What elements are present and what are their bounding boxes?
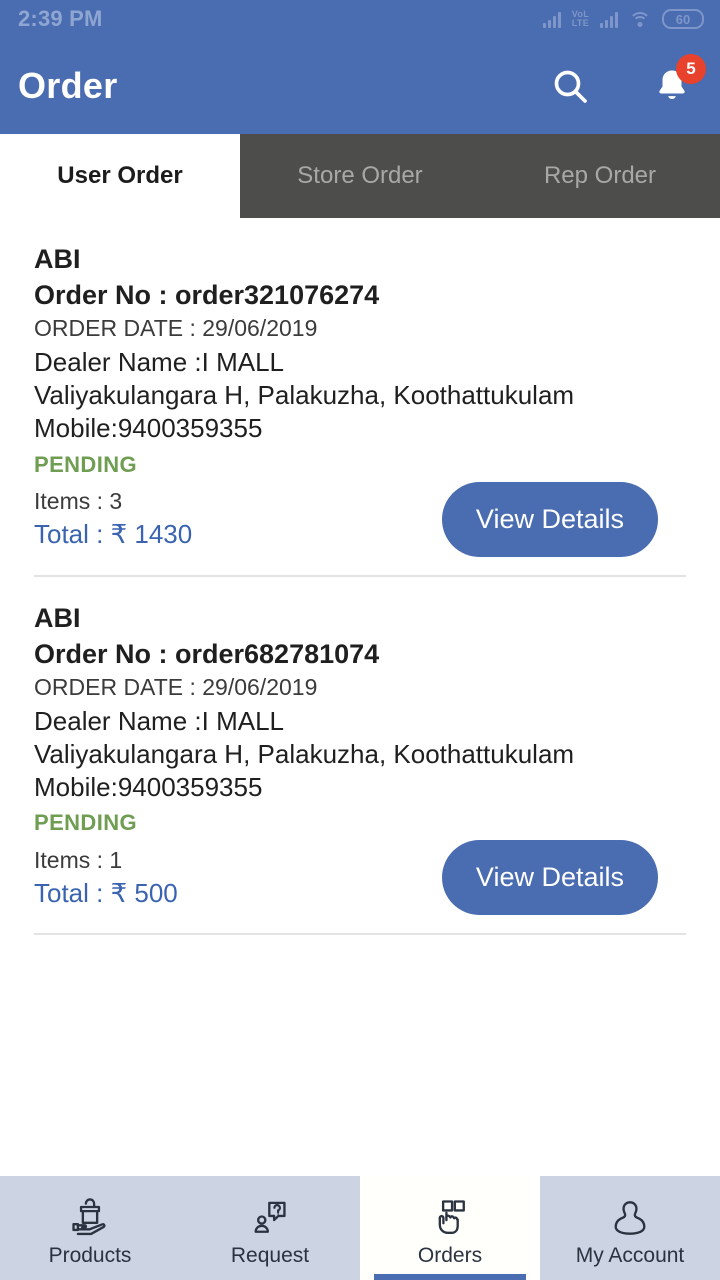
order-card-footer: Items : 1 Total : ₹ 500 View Details [34,840,686,916]
app-bar-actions: 5 [548,54,706,108]
dealer-name: Dealer Name :I MALL [34,346,284,377]
dealer-name: Dealer Name :I MALL [34,705,284,736]
nav-item-my-account[interactable]: My Account [540,1176,720,1280]
battery-level-label: 60 [675,11,691,27]
wifi-icon [629,11,651,28]
dealer-mobile: Mobile:9400359355 [34,772,263,803]
order-screen: 2:39 PM VoL LTE 60 Order 5 User Order St… [0,0,720,1280]
view-details-button[interactable]: View Details [441,840,658,916]
tab-user-order[interactable]: User Order [0,134,240,218]
nav-label-products: Products [48,1243,132,1267]
order-date: ORDER DATE : 29/06/2019 [34,673,318,700]
dealer-address: Valiyakulangara H, Palakuzha, Koothattuk… [34,380,575,411]
order-list[interactable]: ABI Order No : order321076274 ORDER DATE… [0,218,720,1176]
hand-holding-bag-icon [67,1195,113,1241]
signal-bars-icon [542,10,561,28]
app-bar: Order 5 [0,38,720,134]
order-type-tabs: User Order Store Order Rep Order [0,134,720,218]
person-question-icon [247,1195,293,1241]
items-count: Items : 3 [34,488,123,515]
customer-name: ABI [34,244,81,274]
order-totals: Items : 1 Total : ₹ 500 [34,845,442,911]
tab-rep-order[interactable]: Rep Order [480,134,720,218]
notification-bell-icon[interactable]: 5 [650,54,706,108]
tab-store-order[interactable]: Store Order [240,134,480,218]
notification-badge: 5 [676,54,706,84]
signal-bars-icon-2 [600,10,618,28]
status-badge: PENDING [34,451,138,477]
items-count: Items : 1 [34,846,123,873]
nav-label-orders: Orders [417,1243,483,1267]
order-number: Order No : order682781074 [34,638,380,669]
nav-item-orders[interactable]: Orders [360,1176,540,1280]
bottom-navigation: Products Request Orders My Account [0,1176,720,1280]
nav-label-request: Request [230,1243,310,1267]
status-bar: 2:39 PM VoL LTE 60 [0,0,720,38]
order-date: ORDER DATE : 29/06/2019 [34,315,318,342]
battery-icon: 60 [662,9,704,29]
order-total: Total : ₹ 1430 [34,519,193,550]
order-card[interactable]: ABI Order No : order682781074 ORDER DATE… [0,577,720,936]
customer-name: ABI [34,602,81,633]
order-number: Order No : order321076274 [34,280,380,311]
hand-tap-tiles-icon [427,1195,473,1241]
page-title: Order [18,65,118,106]
order-card-footer: Items : 3 Total : ₹ 1430 View Details [34,481,686,557]
card-divider [34,933,686,936]
dealer-mobile: Mobile:9400359355 [34,413,263,444]
status-icons: VoL LTE 60 [542,9,704,29]
nav-item-request[interactable]: Request [180,1176,360,1280]
nav-item-products[interactable]: Products [0,1176,180,1280]
order-card[interactable]: ABI Order No : order321076274 ORDER DATE… [0,218,720,577]
status-badge: PENDING [34,810,138,836]
volte-icon: VoL LTE [572,10,589,28]
search-icon[interactable] [548,64,592,108]
nav-label-my-account: My Account [575,1243,685,1267]
order-totals: Items : 3 Total : ₹ 1430 [34,486,442,552]
view-details-button[interactable]: View Details [441,481,658,557]
order-total: Total : ₹ 500 [34,877,178,908]
volte-bottom-label: LTE [571,18,589,28]
status-time: 2:39 PM [18,6,103,31]
person-icon [607,1195,653,1241]
dealer-address: Valiyakulangara H, Palakuzha, Koothattuk… [34,738,575,769]
